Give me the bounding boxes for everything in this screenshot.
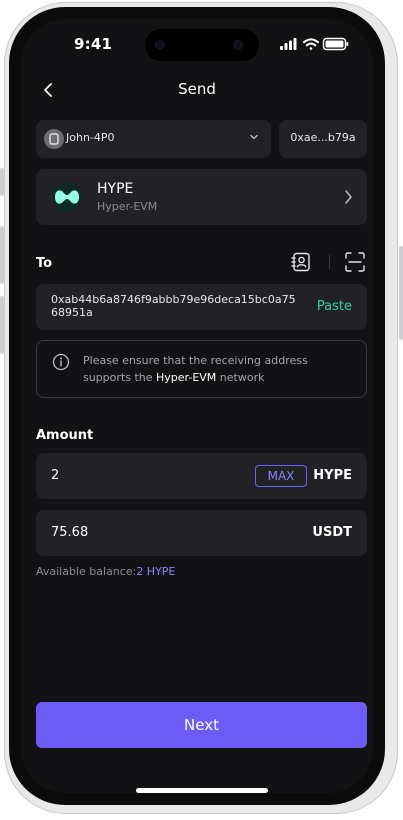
account-address-chip[interactable]: 0xae...b79a <box>279 120 367 158</box>
sensor-icon <box>155 40 165 50</box>
status-time: 9:41 <box>74 35 113 53</box>
battery-icon <box>322 37 349 51</box>
notice-network: Hyper-EVM <box>156 371 217 384</box>
recipient-label: To <box>36 256 53 271</box>
next-button[interactable]: Next <box>36 702 367 748</box>
volume-down-button <box>0 296 4 354</box>
account-selector[interactable]: John-4P0 <box>36 120 271 158</box>
page-title: Send <box>178 80 216 98</box>
recipient-address-field[interactable]: 0xab44b6a8746f9abbb79e96deca15bc0a756895… <box>36 284 367 330</box>
status-icons <box>280 37 349 51</box>
fiat-amount-value: 75.68 <box>51 525 89 540</box>
max-button[interactable]: MAX <box>255 465 307 487</box>
paste-button[interactable]: Paste <box>317 299 352 314</box>
wifi-icon <box>303 38 319 50</box>
balance-value: 2 HYPE <box>136 565 176 578</box>
balance-label: Available balance: <box>36 565 137 578</box>
volume-up-button <box>0 226 4 284</box>
hype-token-icon <box>52 182 82 212</box>
wallet-avatar-icon <box>44 129 64 149</box>
network-notice: Please ensure that the receiving address… <box>36 340 367 398</box>
fiat-amount-input[interactable]: 75.68 USDT <box>36 510 367 556</box>
available-balance: Available balance:2 HYPE <box>36 565 175 578</box>
mute-switch <box>0 168 4 196</box>
account-address: 0xae...b79a <box>290 131 356 144</box>
address-book-icon[interactable] <box>290 251 312 273</box>
account-name: John-4P0 <box>66 131 115 144</box>
amount-input[interactable]: 2 MAX HYPE <box>36 453 367 499</box>
home-indicator <box>136 788 268 793</box>
dynamic-island <box>145 29 259 61</box>
recipient-address-value: 0xab44b6a8746f9abbb79e96deca15bc0a756895… <box>51 293 296 319</box>
info-icon <box>52 353 70 371</box>
amount-label: Amount <box>36 428 94 443</box>
icon-divider <box>329 255 330 269</box>
power-button <box>399 246 403 340</box>
notice-text: Please ensure that the receiving address… <box>83 352 353 386</box>
token-symbol: HYPE <box>97 181 134 197</box>
camera-icon <box>233 40 243 50</box>
token-network: Hyper-EVM <box>97 200 158 213</box>
chevron-down-icon <box>250 134 258 140</box>
token-selector[interactable]: HYPE Hyper-EVM <box>36 169 367 225</box>
amount-unit: HYPE <box>313 468 352 483</box>
fiat-amount-unit: USDT <box>312 525 352 540</box>
app-screen: 9:41 Send John-4P0 0xae...b79a HYPE Hype… <box>21 19 373 793</box>
chevron-right-icon <box>345 190 352 204</box>
notice-suffix: network <box>216 371 265 384</box>
signal-icon <box>280 38 297 50</box>
amount-value: 2 <box>51 468 60 483</box>
scan-qr-icon[interactable] <box>344 251 366 273</box>
